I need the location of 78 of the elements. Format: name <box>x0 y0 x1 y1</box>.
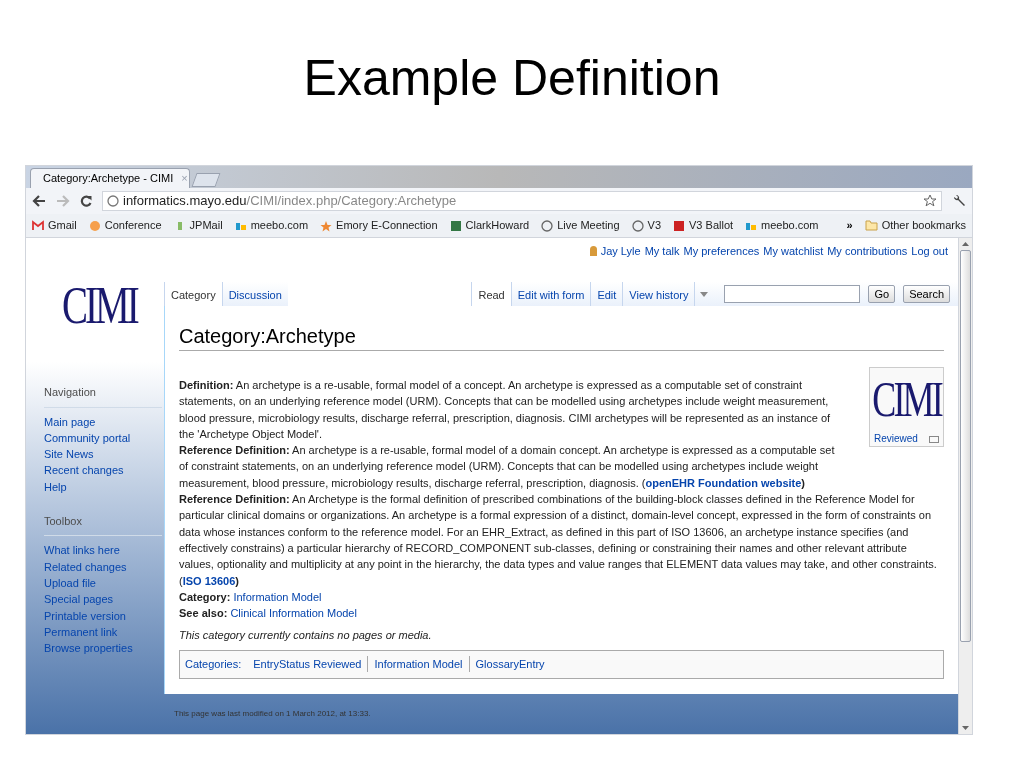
personal-link[interactable]: My preferences <box>683 242 760 260</box>
bookmark[interactable]: Conference <box>88 217 162 234</box>
sidebar-link[interactable]: Main page <box>44 413 96 430</box>
url-host: informatics.mayo.edu <box>123 192 247 211</box>
sidebar-link[interactable]: Related changes <box>44 558 127 576</box>
user-icon <box>589 246 597 256</box>
reference-link[interactable]: openEHR Foundation website <box>645 476 802 489</box>
reload-icon[interactable] <box>80 195 92 207</box>
category-link[interactable]: Information Model <box>233 590 322 603</box>
bookmark-icon <box>88 219 101 232</box>
personal-link[interactable]: My talk <box>644 242 680 260</box>
folder-icon <box>864 220 878 231</box>
slide-title: Example Definition <box>303 49 721 108</box>
sidebar-link[interactable]: Help <box>44 478 67 495</box>
bookmark[interactable]: Live Meeting <box>541 217 620 234</box>
more-bookmarks-button[interactable]: » <box>846 217 853 234</box>
sidebar-heading: Toolbox <box>44 513 162 537</box>
wrench-icon[interactable] <box>952 194 966 208</box>
personal-link[interactable]: My watchlist <box>763 242 824 260</box>
sidebar-link[interactable]: Recent changes <box>44 462 124 479</box>
page-tab[interactable]: Edit <box>590 282 623 306</box>
bookmark-icon <box>449 219 462 232</box>
url-path: /CIMI/index.php/Category:Archetype <box>246 192 457 211</box>
categories-label[interactable]: Categories: <box>185 656 242 673</box>
other-bookmarks[interactable]: Other bookmarks <box>864 217 966 234</box>
scroll-thumb[interactable] <box>960 250 971 642</box>
bookmark-icon <box>320 219 333 232</box>
category-link[interactable]: Information Model <box>367 656 469 673</box>
bookmark[interactable]: Gmail <box>32 217 77 234</box>
page-tab[interactable]: Edit with form <box>510 282 591 306</box>
sidebar-link[interactable]: Upload file <box>44 575 96 592</box>
definition-paragraph: Reference Definition: An Archetype is the formal definition of prescribed combinations of the building-block classes defined in the Reference Model for particular clinical domains or organizations. An archetype is a formal expression of a distinct, domain-level concept, expressed in the form of constraints on data whose instances conform to the reference model. For an EHR_Extract, as defined in this part of ISO 13606, an archetype instance specifies (and effectively constrains) a particular hierarchy of RECORD_COMPONENT sub-classes, defining or constraining their names and other relevant attribute values, optionality and multiplicity at any point in the hierarchy, the data types and value ranges that ELEMENT data values may take, and other constraints. (ISO 13606) <box>179 492 938 589</box>
thumbnail-logo[interactable]: CIMI <box>872 371 941 427</box>
search-field[interactable] <box>724 285 861 303</box>
bookmark[interactable]: ClarkHoward <box>449 217 530 234</box>
personal-link[interactable]: Jay Lyle <box>600 242 641 260</box>
page-tab[interactable]: View history <box>622 282 695 306</box>
field-line: See also: Clinical Information Model <box>179 606 358 622</box>
category-link[interactable]: GlossaryEntry <box>468 656 551 673</box>
category-link[interactable]: Clinical Information Model <box>230 607 357 620</box>
personal-link[interactable]: My contributions <box>827 242 908 260</box>
scrollbar[interactable] <box>958 238 972 734</box>
search-button[interactable]: Search <box>903 285 950 303</box>
category-link[interactable]: EntryStatus Reviewed <box>247 656 368 673</box>
footer-text: This page was last modified on 1 March 2012, at 13:33. <box>174 708 371 720</box>
bookmark[interactable]: meebo.com <box>234 217 309 234</box>
sidebar-link[interactable]: Site News <box>44 446 94 463</box>
definition-paragraph: Reference Definition: An archetype is a re-usable, formal model of a domain concept. An archetype is expressed as a computable set of constraint statements, on an underlying reference model (URM). Concepts that can be modelled using archetypes include weight measurement, blood pressure, microbiology results, discharge referral, prescription, diagnosis. (openEHR Foundation website) <box>179 443 836 491</box>
sidebar-heading: Navigation <box>44 384 162 408</box>
bookmark-icon <box>541 219 554 232</box>
definition-paragraph: Definition: An archetype is a re-usable, formal model of a concept. An archetype is expressed as a computable set of constraint statements, on an underlying reference model (URM). Concepts that can be modelled using archetypes include weight measurement, blood pressure, microbiology results, discharge referral, prescription, diagnosis. CIMI archetypes will be represented as an instance of the 'Archetype Object Model'. <box>179 378 832 442</box>
caption-link[interactable]: Reviewed <box>874 431 918 448</box>
sidebar-link[interactable]: Community portal <box>44 429 131 447</box>
caret-icon <box>699 291 708 297</box>
bookmark-icon <box>631 219 644 232</box>
bookmark[interactable]: JPMail <box>173 217 223 234</box>
new-tab-button[interactable] <box>191 173 221 187</box>
bookmark[interactable]: meebo.com <box>745 217 819 234</box>
tab-title: Category:Archetype - CIMI <box>43 171 174 187</box>
bookmark[interactable]: V3 Ballot <box>673 217 734 234</box>
page-heading: Category:Archetype <box>179 324 944 351</box>
bookmark-icon <box>673 219 686 232</box>
empty-category-note: This category currently contains no pages or media. <box>179 628 433 644</box>
bookmark[interactable]: Emory E-Connection <box>320 217 438 234</box>
address-bar[interactable]: informatics.mayo.edu/CIMI/index.php/Category:Archetype <box>102 191 942 211</box>
bookmark[interactable]: V3 <box>631 217 662 234</box>
star-icon[interactable] <box>923 194 937 208</box>
logo[interactable]: CIMI <box>62 278 137 334</box>
browser-tab[interactable]: Category:Archetype - CIMI × <box>30 168 190 188</box>
page-tab[interactable]: Discussion <box>221 282 288 306</box>
personal-link[interactable]: Log out <box>911 242 948 260</box>
enlarge-icon[interactable] <box>929 435 939 443</box>
field-line: Category: Information Model <box>179 589 323 605</box>
bookmark-icon <box>32 219 44 232</box>
reference-link[interactable]: ISO 13606 <box>182 574 236 587</box>
go-button[interactable]: Go <box>868 285 896 303</box>
back-icon[interactable] <box>32 195 46 207</box>
sidebar-link[interactable]: What links here <box>44 542 120 559</box>
